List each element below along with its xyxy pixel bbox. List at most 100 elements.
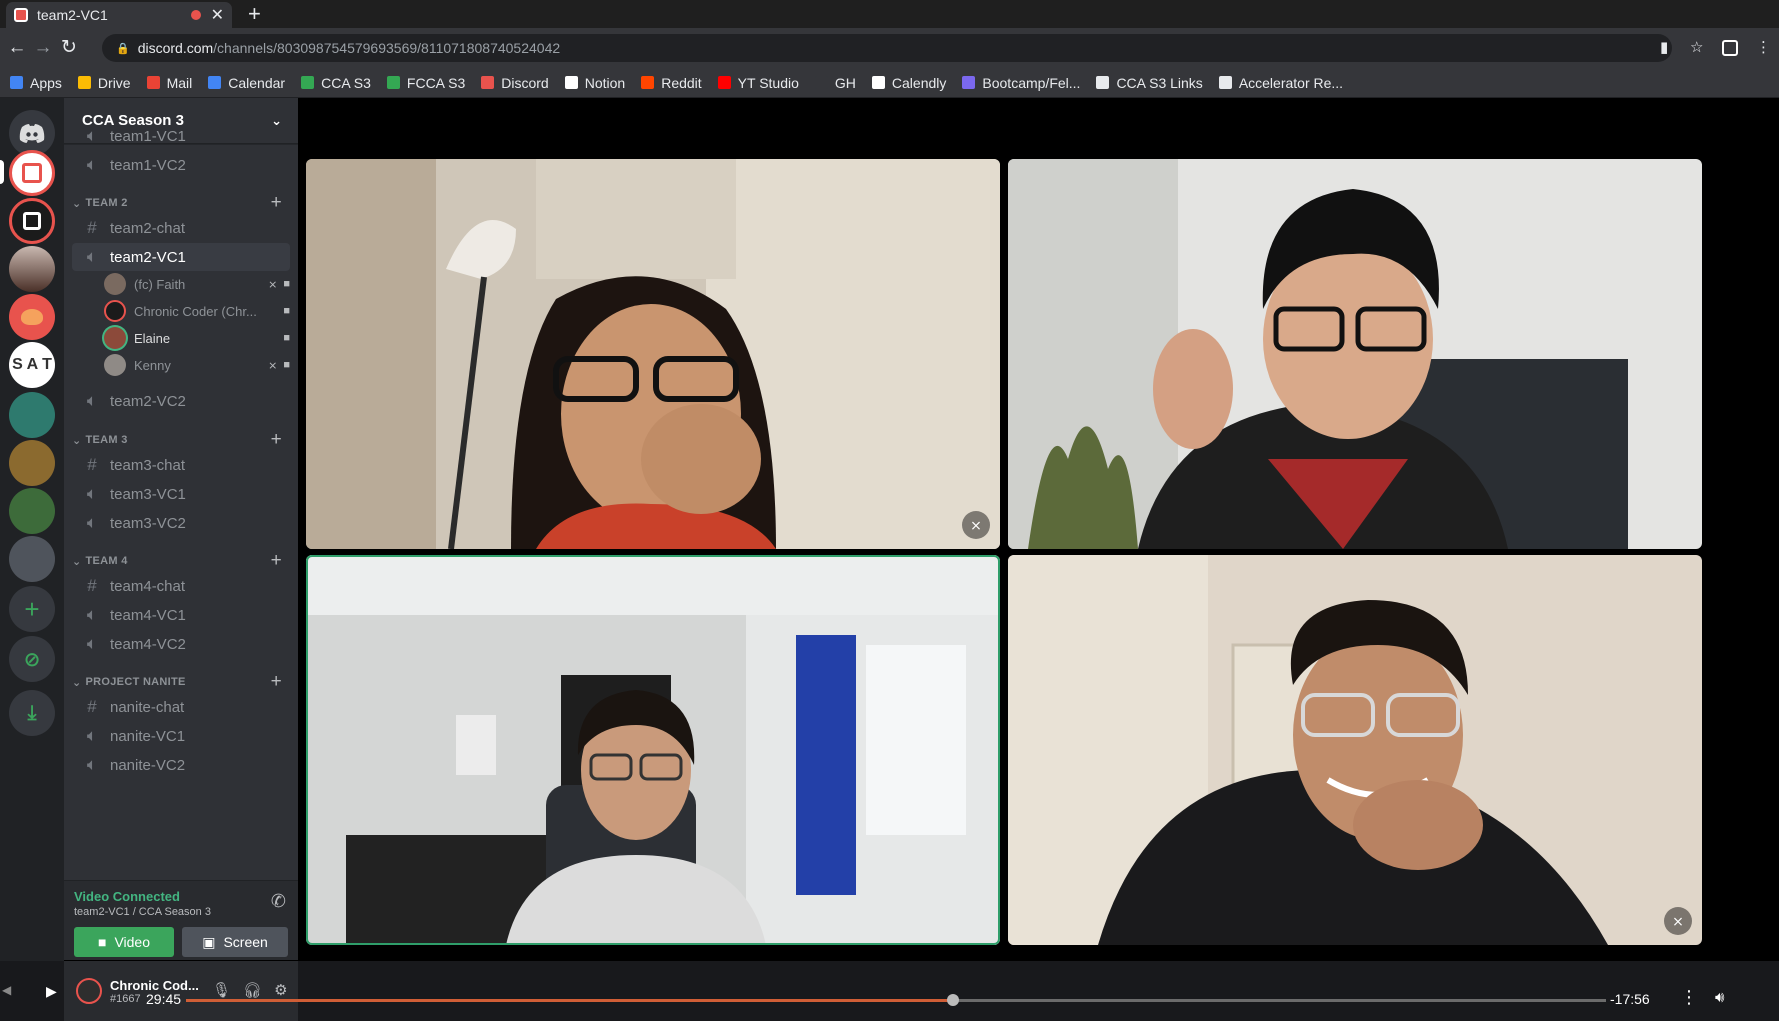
server-icon-portrait[interactable] [9, 246, 55, 292]
channel-label: team2-VC2 [110, 392, 186, 410]
server-icon-chronic-coder[interactable] [9, 198, 55, 244]
extension-icon[interactable] [1722, 40, 1738, 56]
category-label: TEAM 3 [85, 434, 128, 446]
create-channel-icon[interactable]: + [271, 671, 282, 693]
server-icon-sat[interactable]: S A T [9, 342, 55, 388]
back-button[interactable]: ← [6, 34, 28, 62]
bookmark-item[interactable]: Calendly [871, 75, 946, 91]
channel-team3-vc1[interactable]: 🔈︎ team3-VC1 [72, 480, 290, 508]
browser-tab[interactable]: team2-VC1 ✕ [6, 2, 232, 28]
bookmark-label: GH [834, 74, 856, 91]
headphones-icon[interactable]: 🎧︎ [243, 981, 262, 999]
channel-team1-vc1[interactable]: 🔈︎ team1-VC1 [72, 122, 290, 150]
screen-share-button[interactable]: ▣ Screen [182, 927, 288, 957]
avatar[interactable] [76, 978, 102, 1004]
server-pill-indicator [0, 160, 4, 184]
voice-member[interactable]: Elaine ■ [104, 325, 290, 351]
voice-member[interactable]: Kenny ⨯ ■ [104, 352, 290, 378]
bookmark-item[interactable]: GH [814, 74, 856, 91]
volume-icon[interactable]: 🔊︎ [1715, 989, 1724, 1006]
gear-icon[interactable]: ⚙ [274, 981, 287, 999]
bookmark-item[interactable]: Discord [481, 75, 549, 91]
voice-location[interactable]: team2-VC1 / CCA Season 3 [74, 906, 211, 918]
bookmark-item[interactable]: Notion [564, 75, 625, 91]
browser-menu-icon[interactable]: ⋮ [1756, 38, 1771, 56]
server-icon-bird[interactable] [9, 294, 55, 340]
seek-bar[interactable] [186, 994, 1606, 1006]
bookmark-label: Drive [97, 74, 131, 91]
bookmark-item[interactable]: Calendar [208, 75, 285, 91]
forward-button[interactable]: → [32, 34, 54, 62]
play-icon[interactable]: ▶ [46, 983, 57, 1000]
bookmark-item[interactable]: CCA S3 Links [1096, 75, 1203, 91]
bookmark-item[interactable]: FCCA S3 [386, 75, 465, 91]
download-apps-icon[interactable]: ⤓ [9, 690, 55, 736]
bookmark-item[interactable]: Accelerator Re... [1218, 75, 1343, 91]
channel-nanite-vc1[interactable]: 🔈︎ nanite-VC1 [72, 722, 290, 750]
server-folder-4[interactable] [9, 536, 55, 582]
create-channel-icon[interactable]: + [271, 550, 282, 572]
channel-team2-vc2[interactable]: 🔈︎ team2-VC2 [72, 387, 290, 415]
microphone-icon[interactable]: 🎙︎ [212, 981, 231, 999]
server-folder-2[interactable] [9, 440, 55, 486]
channel-team3-chat[interactable]: # team3-chat [72, 451, 290, 479]
channel-nanite-chat[interactable]: # nanite-chat [72, 693, 290, 721]
bookmark-icon [641, 76, 655, 89]
video-tile-participant-1[interactable]: ⨯ [306, 159, 1000, 549]
channel-label: team4-chat [110, 577, 186, 595]
tab-title: team2-VC1 [37, 7, 108, 23]
channel-team4-vc2[interactable]: 🔈︎ team4-VC2 [72, 630, 290, 658]
server-folder-3[interactable] [9, 488, 55, 534]
channel-team1-vc2[interactable]: 🔈︎ team1-VC2 [72, 151, 290, 179]
voice-status: Video Connected [74, 889, 180, 904]
more-options-icon[interactable]: ⋮ [1680, 987, 1698, 1008]
channel-team2-chat[interactable]: # team2-chat [72, 214, 290, 242]
channel-nanite-vc2[interactable]: 🔈︎ nanite-VC2 [72, 751, 290, 779]
category-team2[interactable]: ⌄ TEAM 2 + [72, 192, 290, 214]
camera-in-use-icon[interactable]: ▮ [1660, 38, 1668, 56]
video-tile-participant-4[interactable]: ⨯ [1008, 555, 1702, 945]
new-tab-button[interactable]: + [248, 2, 261, 26]
muted-mic-icon: ⨯ [268, 359, 278, 372]
disconnect-icon[interactable]: ✆ [271, 891, 286, 912]
add-server-icon[interactable]: + [9, 586, 55, 632]
category-project-nanite[interactable]: ⌄ PROJECT NANITE + [72, 671, 290, 693]
video-tile-participant-2[interactable] [1008, 159, 1702, 549]
bookmark-label: Reddit [661, 74, 702, 91]
voice-member[interactable]: Chronic Coder (Chr... ■ [104, 298, 290, 324]
media-player-bar: ◀ ▶ Chronic Cod... #1667 🎙︎ 🎧︎ ⚙ 29:45 -… [0, 961, 1779, 1021]
bookmark-item[interactable]: Reddit [641, 74, 702, 91]
reload-button[interactable]: ↻ [58, 34, 80, 62]
category-team3[interactable]: ⌄ TEAM 3 + [72, 429, 290, 451]
avatar [104, 273, 126, 295]
video-tile-participant-3[interactable] [306, 555, 1000, 945]
channel-team3-vc2[interactable]: 🔈︎ team3-VC2 [72, 509, 290, 537]
category-team4[interactable]: ⌄ TEAM 4 + [72, 550, 290, 572]
url-input[interactable]: 🔒 discord.com/channels/80309875457969356… [102, 34, 1672, 62]
bookmark-item[interactable]: Mail [146, 75, 192, 91]
server-icon-cca[interactable] [9, 150, 55, 196]
bookmark-icon [208, 76, 222, 89]
channel-label: team1-VC1 [110, 127, 186, 145]
bookmark-icon [871, 76, 885, 89]
channel-team4-vc1[interactable]: 🔈︎ team4-VC1 [72, 601, 290, 629]
hashtag-icon: # [87, 576, 97, 595]
channel-team2-vc1[interactable]: 🔈︎ team2-VC1 [72, 243, 290, 271]
bookmark-item[interactable]: Drive [77, 74, 131, 91]
seek-handle[interactable] [946, 994, 959, 1006]
create-channel-icon[interactable]: + [271, 429, 282, 451]
speaker-icon: 🔈︎ [86, 605, 98, 624]
server-folder-1[interactable] [9, 392, 55, 438]
close-tab-icon[interactable]: ✕ [211, 5, 224, 25]
bookmark-item[interactable]: Apps [10, 75, 62, 91]
video-button[interactable]: ■ Video [74, 927, 174, 957]
previous-icon[interactable]: ◀ [2, 983, 11, 997]
channel-team4-chat[interactable]: # team4-chat [72, 572, 290, 600]
bookmark-item[interactable]: Bootcamp/Fel... [962, 75, 1080, 91]
explore-servers-icon[interactable]: ⊘ [9, 636, 55, 682]
bookmark-star-icon[interactable]: ☆ [1690, 38, 1703, 56]
create-channel-icon[interactable]: + [271, 192, 282, 214]
bookmark-item[interactable]: CCA S3 [301, 75, 371, 91]
voice-member[interactable]: (fc) Faith ⨯ ■ [104, 271, 290, 297]
bookmark-item[interactable]: YT Studio [717, 75, 799, 91]
